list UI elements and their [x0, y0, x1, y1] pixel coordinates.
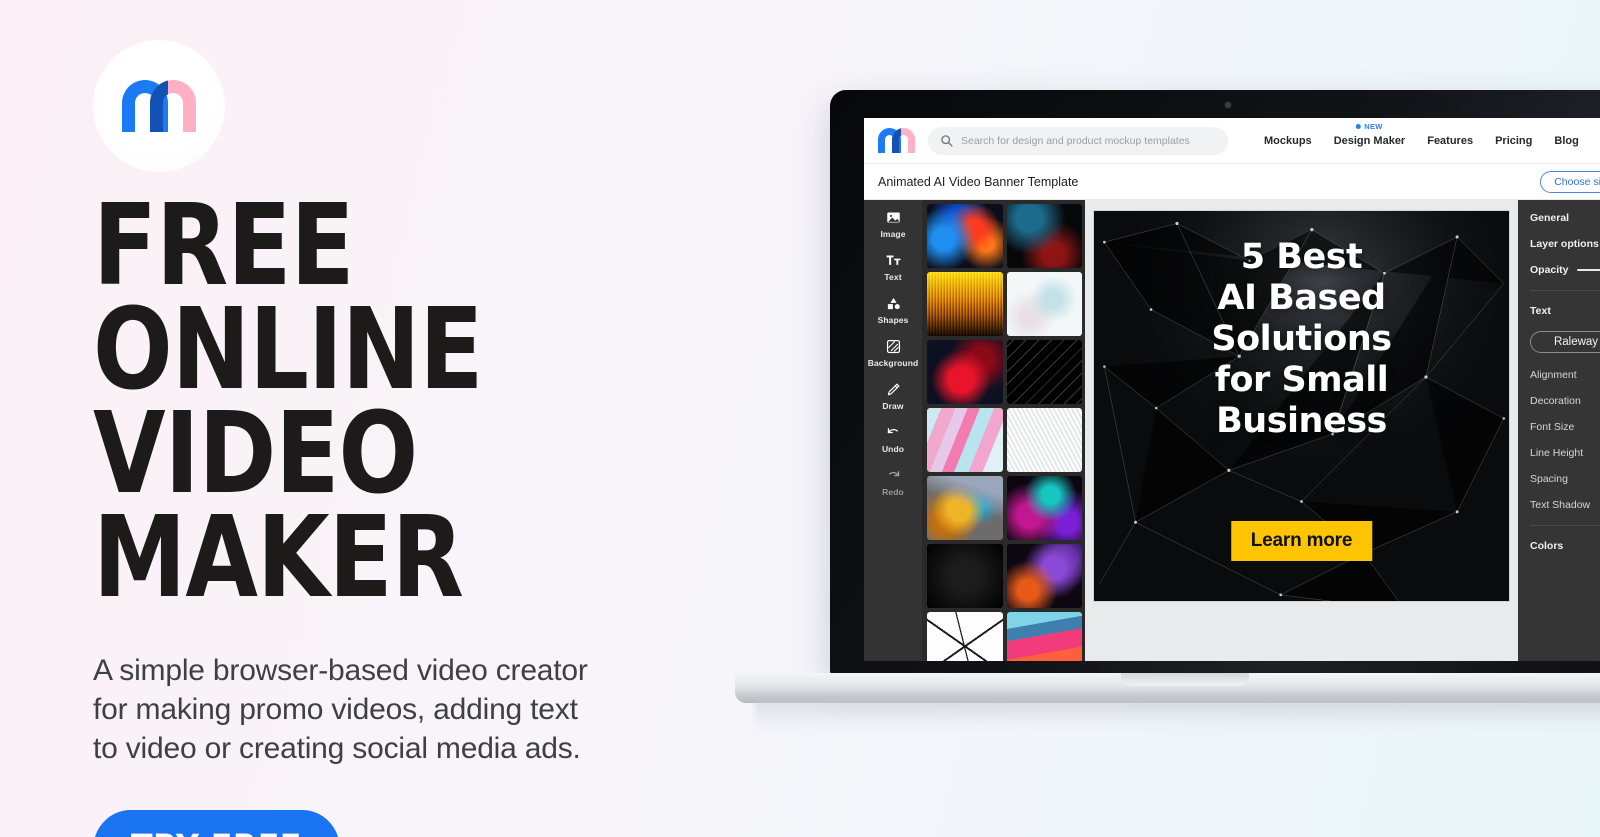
logo-arch-overlap	[150, 80, 168, 132]
promo-panel: FREE ONLINE VIDEO MAKER A simple browser…	[93, 40, 793, 837]
thumbnail-item[interactable]	[927, 544, 1003, 608]
prop-spacing[interactable]: Spacing	[1530, 473, 1600, 485]
prop-opacity-label: Opacity	[1530, 264, 1569, 276]
tool-shapes-label: Shapes	[877, 315, 909, 325]
laptop-screen-bezel: Search for design and product mockup tem…	[830, 90, 1600, 675]
prop-alignment[interactable]: Alignment	[1530, 369, 1600, 381]
app-screen: Search for design and product mockup tem…	[864, 118, 1600, 661]
document-title: Animated AI Video Banner Template	[878, 174, 1079, 189]
prop-colors[interactable]: Colors	[1530, 540, 1600, 552]
tool-undo-label: Undo	[881, 444, 905, 454]
app-navbar: Search for design and product mockup tem…	[864, 118, 1600, 164]
search-input[interactable]: Search for design and product mockup tem…	[928, 126, 1228, 155]
text-icon	[886, 255, 900, 265]
thumbnail-item[interactable]	[927, 204, 1003, 268]
tool-background-label: Background	[867, 358, 919, 368]
tool-text-label: Text	[884, 272, 902, 282]
thumbnail-item[interactable]	[1006, 408, 1082, 472]
laptop-shadow	[755, 700, 1600, 736]
laptop-notch	[1121, 673, 1249, 686]
brand-logo	[93, 40, 225, 172]
design-canvas[interactable]: 5 Best AI Based Solutions for Small Busi…	[1093, 210, 1510, 602]
page-title: FREE ONLINE VIDEO MAKER	[93, 181, 483, 624]
tool-draw-label: Draw	[882, 401, 904, 411]
nav-item-features[interactable]: Features	[1427, 135, 1473, 147]
tool-draw[interactable]: Draw	[864, 382, 922, 411]
canvas-headline[interactable]: 5 Best AI Based Solutions for Small Busi…	[1094, 237, 1509, 442]
new-badge-label: NEW	[1364, 121, 1383, 131]
thumbnail-item[interactable]	[1006, 544, 1082, 608]
editor-area: Image Text Shapes Background Draw Undo R…	[864, 200, 1600, 661]
tool-redo[interactable]: Redo	[864, 468, 922, 497]
search-placeholder: Search for design and product mockup tem…	[961, 134, 1190, 147]
thumbnail-item[interactable]	[927, 272, 1003, 336]
choose-size-button[interactable]: Choose size	[1540, 170, 1600, 193]
draw-icon	[887, 383, 899, 396]
properties-panel: General Layer options Opacity Text Ralew…	[1518, 200, 1600, 661]
thumbnail-item[interactable]	[1006, 340, 1082, 404]
m-logo-icon	[122, 80, 196, 132]
promo-subtitle: A simple browser-based video creator for…	[93, 653, 588, 765]
prop-text-shadow[interactable]: Text Shadow	[1530, 499, 1600, 511]
prop-general[interactable]: General	[1530, 212, 1600, 224]
panel-divider	[1530, 525, 1600, 526]
thumbnail-item[interactable]	[927, 476, 1003, 540]
laptop-base	[735, 673, 1600, 703]
prop-layer-options[interactable]: Layer options	[1530, 238, 1600, 250]
tool-image-label: Image	[880, 229, 906, 239]
learn-more-button[interactable]: Learn more	[1230, 521, 1373, 561]
try-free-button[interactable]: TRY FREE	[93, 809, 340, 837]
opacity-slider[interactable]	[1576, 269, 1600, 271]
image-icon	[886, 212, 900, 223]
document-bar: Animated AI Video Banner Template Choose…	[864, 164, 1600, 200]
nav-item-blog[interactable]: Blog	[1554, 135, 1578, 147]
prop-text[interactable]: Text	[1530, 305, 1600, 317]
prop-font-size[interactable]: Font Size	[1530, 421, 1600, 433]
font-family-select[interactable]: Raleway	[1530, 331, 1600, 353]
shapes-icon	[887, 297, 900, 310]
thumbnail-item[interactable]	[1006, 272, 1082, 336]
thumbnail-item[interactable]	[927, 408, 1003, 472]
badge-dot-icon	[1356, 123, 1362, 129]
prop-decoration[interactable]: Decoration	[1530, 395, 1600, 407]
canvas-area: 5 Best AI Based Solutions for Small Busi…	[1085, 200, 1518, 661]
nav-item-pricing[interactable]: Pricing	[1495, 135, 1532, 147]
thumbnail-item[interactable]	[927, 612, 1003, 661]
thumbnail-item[interactable]	[1006, 476, 1082, 540]
nav-links: Mockups NEW Design Maker Features Pricin…	[1264, 122, 1579, 147]
tool-shapes[interactable]: Shapes	[864, 296, 922, 325]
prop-line-height[interactable]: Line Height	[1530, 447, 1600, 459]
tool-undo[interactable]: Undo	[864, 425, 922, 454]
redo-icon	[888, 471, 899, 477]
panel-divider	[1530, 290, 1600, 291]
app-logo-arch-overlap	[892, 128, 901, 153]
thumbnail-item[interactable]	[927, 340, 1003, 404]
background-thumbnail-grid[interactable]	[922, 200, 1085, 661]
tool-background[interactable]: Background	[864, 339, 922, 368]
prop-opacity[interactable]: Opacity	[1530, 264, 1600, 276]
app-logo-icon[interactable]	[878, 128, 915, 153]
nav-item-design-maker[interactable]: NEW Design Maker	[1333, 122, 1406, 147]
background-icon	[886, 339, 900, 354]
thumbnail-item[interactable]	[1006, 612, 1082, 661]
webcam-icon	[1225, 102, 1231, 108]
tool-redo-label: Redo	[882, 487, 904, 497]
thumbnail-item[interactable]	[1006, 204, 1082, 268]
tool-sidebar: Image Text Shapes Background Draw Undo R…	[864, 200, 922, 661]
tool-image[interactable]: Image	[864, 210, 922, 239]
tool-text[interactable]: Text	[864, 253, 922, 282]
search-icon	[941, 135, 953, 147]
laptop-mockup: Search for design and product mockup tem…	[735, 90, 1600, 736]
undo-icon	[887, 428, 898, 434]
nav-item-design-maker-label: Design Maker	[1333, 134, 1406, 147]
nav-item-mockups[interactable]: Mockups	[1264, 135, 1312, 147]
new-badge: NEW	[1356, 122, 1382, 131]
